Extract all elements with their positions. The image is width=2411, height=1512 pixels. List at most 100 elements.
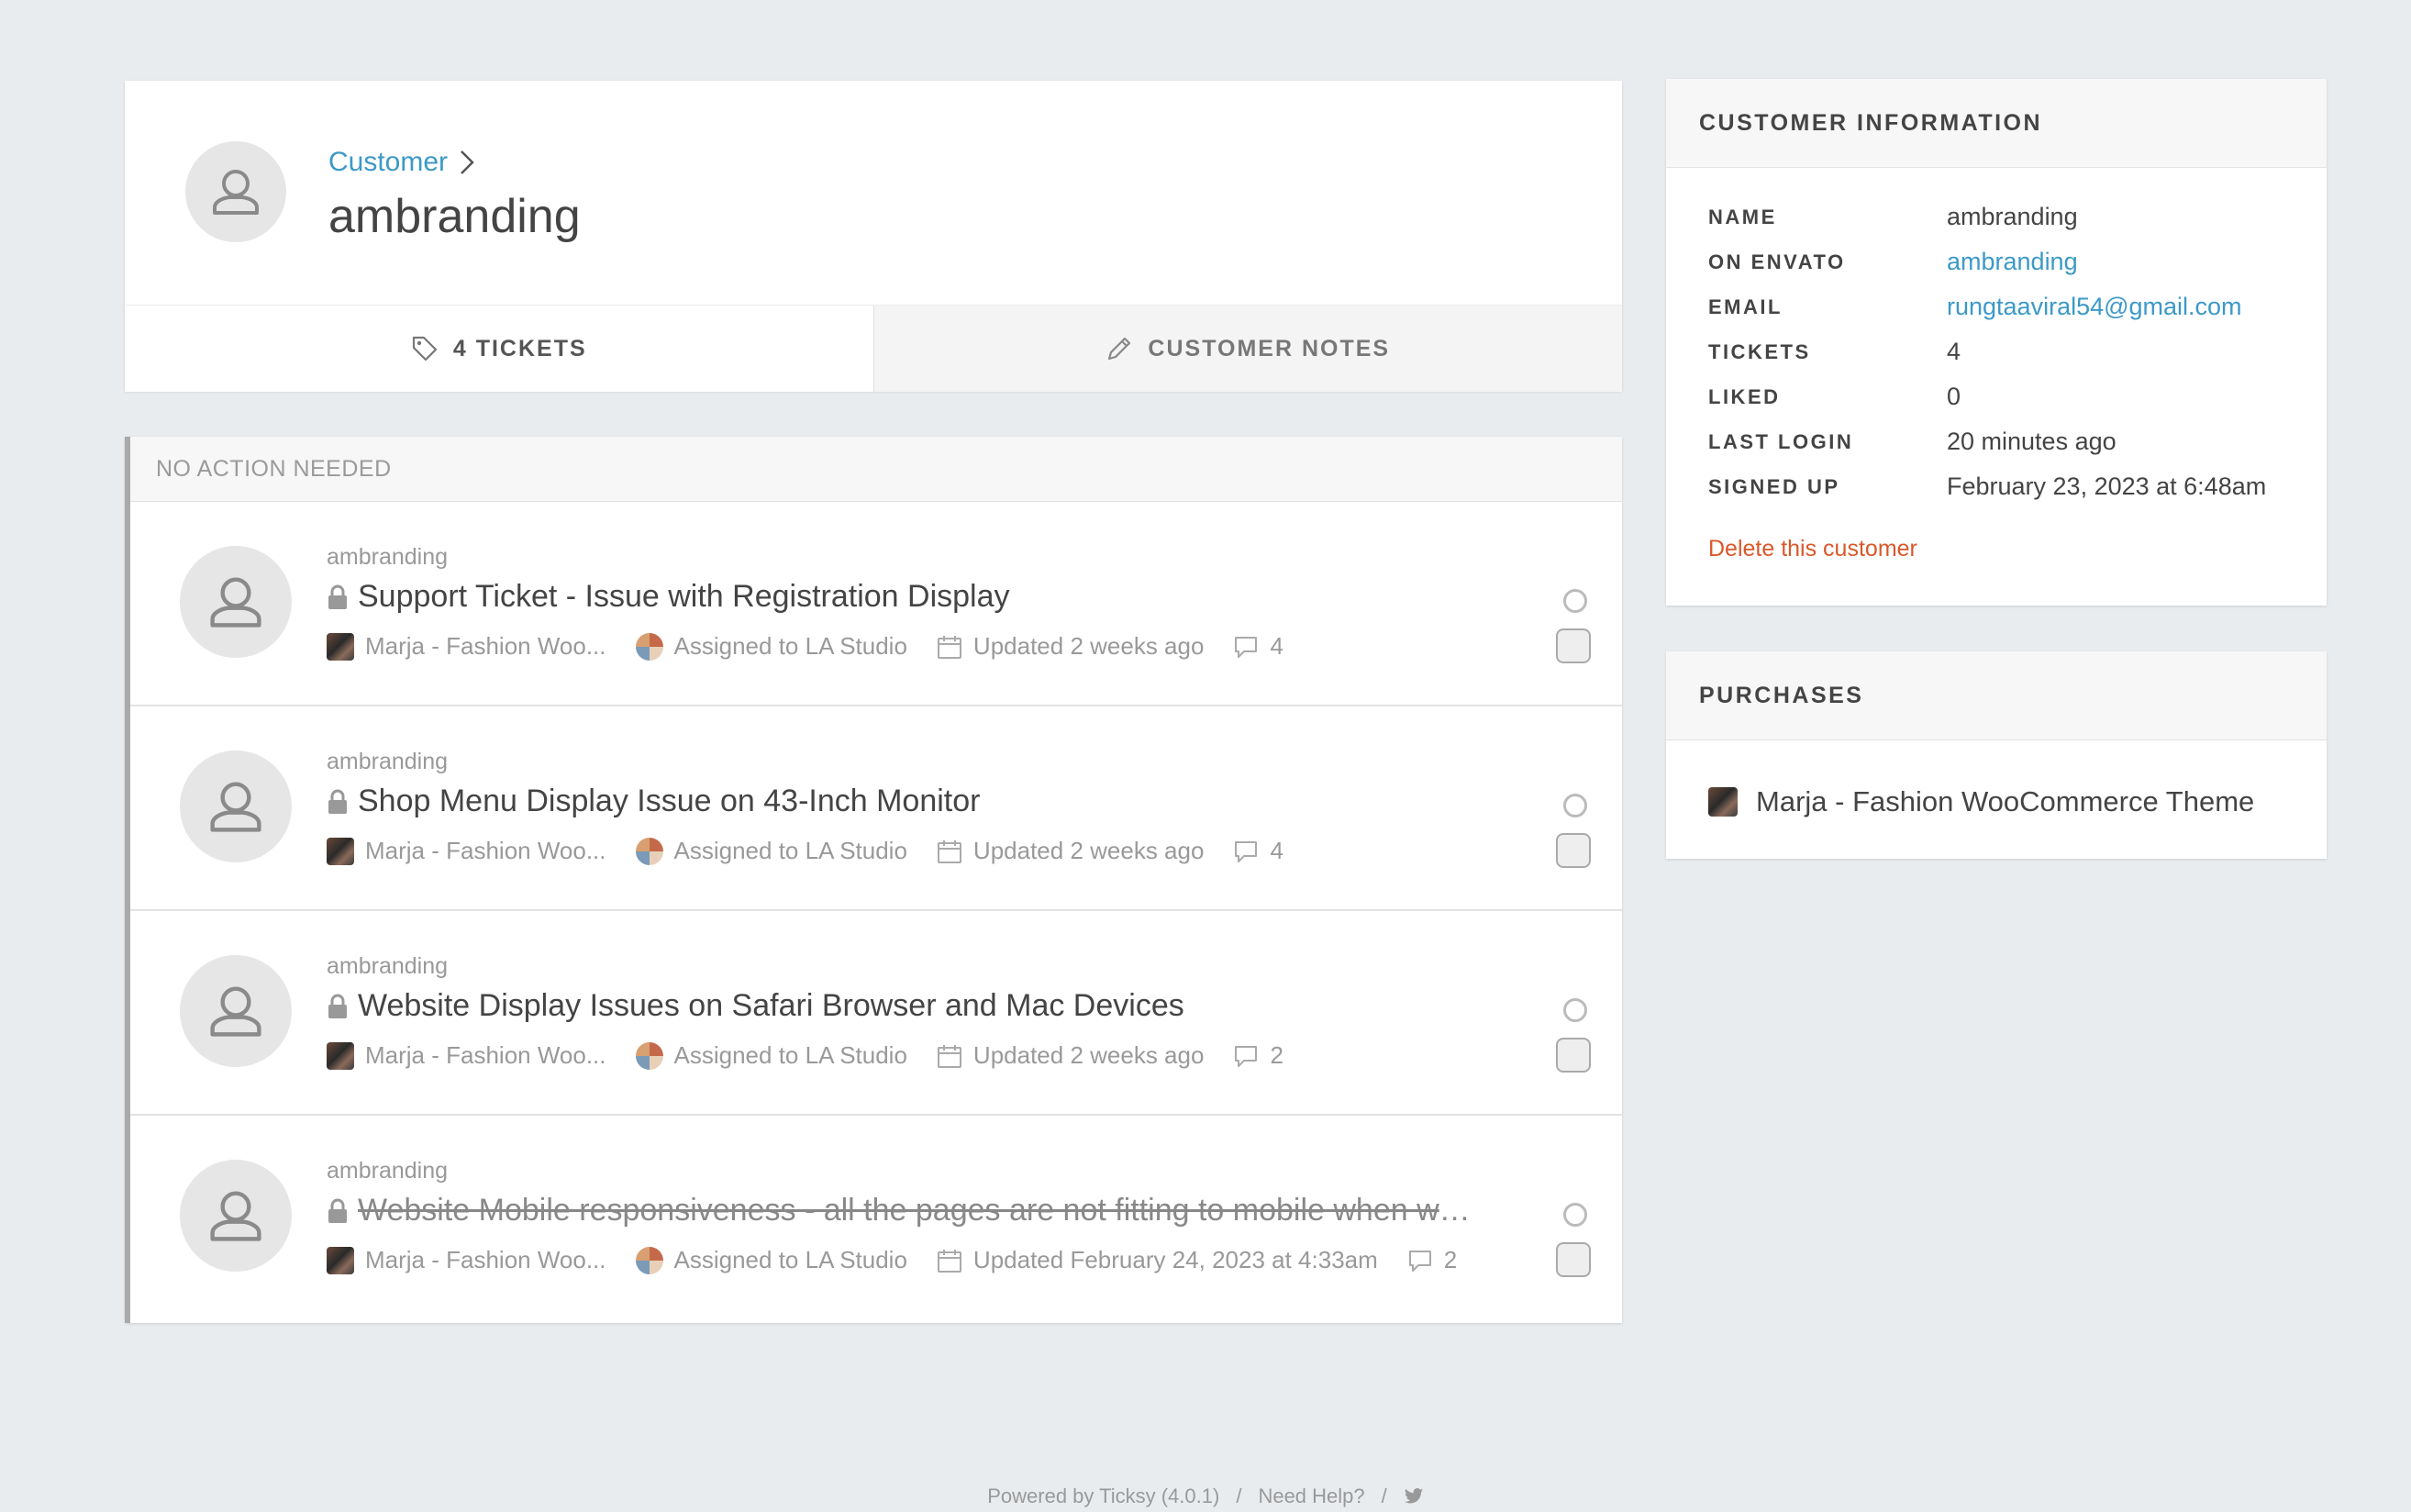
ticket-row[interactable]: ambranding Website Display Issues on Safa… — [130, 911, 1622, 1116]
customer-info-rows: NAME ambranding ON ENVATO ambranding EMAIL ru… — [1708, 195, 2266, 509]
ticket-updated-label: Updated 2 weeks ago — [972, 632, 1205, 660]
ticket-status-radio[interactable] — [1563, 1203, 1587, 1227]
customer-information-card: CUSTOMER INFORMATION NAME ambranding ON EN… — [1666, 79, 2327, 606]
ticket-username: ambranding — [327, 1158, 449, 1184]
breadcrumb[interactable]: Customer — [328, 147, 475, 178]
delete-customer-link[interactable]: Delete this customer — [1708, 536, 1917, 562]
customer-info-value[interactable]: ambranding — [1947, 248, 2078, 276]
ticket-product: Marja - Fashion Woo... — [327, 837, 606, 865]
ticket-updated: Updated February 24, 2023 at 4:33am — [937, 1246, 1378, 1274]
purchase-item-label: Marja - Fashion WooCommerce Theme — [1756, 785, 2255, 817]
customer-info-row: ON ENVATO ambranding — [1708, 239, 2266, 284]
lock-icon — [328, 1198, 347, 1223]
ticket-product: Marja - Fashion Woo... — [327, 1041, 606, 1070]
ticket-updated: Updated 2 weeks ago — [937, 1041, 1204, 1070]
user-icon — [210, 782, 261, 832]
customer-info-row: NAME ambranding — [1708, 195, 2266, 239]
ticket-title-text[interactable]: Support Ticket - Issue with Registration… — [358, 579, 1010, 615]
purchase-item[interactable]: Marja - Fashion WooCommerce Theme — [1708, 785, 2254, 818]
customer-info-value: 4 — [1947, 338, 1961, 365]
ticket-assignee-label: Assigned to LA Studio — [673, 632, 907, 660]
ticket-assignee-label: Assigned to LA Studio — [673, 1041, 907, 1069]
agent-avatar-icon — [635, 1041, 663, 1070]
ticket-title[interactable]: Website Mobile responsiveness - all the … — [327, 1193, 1611, 1228]
ticket-select-checkbox[interactable] — [1556, 833, 1591, 868]
customer-info-row: LIKED 0 — [1708, 374, 2266, 419]
customer-info-label: SIGNED UP — [1708, 474, 1840, 498]
ticket-avatar — [180, 955, 292, 1067]
customer-avatar — [185, 141, 286, 242]
customer-info-value[interactable]: rungtaaviral54@gmail.com — [1947, 293, 2242, 321]
twitter-icon[interactable] — [1404, 1487, 1424, 1506]
comment-icon — [1235, 636, 1258, 658]
tickets-section-header: NO ACTION NEEDED — [130, 437, 1622, 502]
ticket-select-checkbox[interactable] — [1556, 1038, 1591, 1073]
product-thumbnail — [327, 1246, 354, 1274]
ticket-row[interactable]: ambranding Website Mobile responsiveness … — [130, 1116, 1622, 1320]
chevron-right-icon — [461, 150, 474, 174]
ticket-comments: 2 — [1233, 1041, 1283, 1070]
tag-icon — [412, 336, 437, 361]
calendar-icon — [937, 635, 961, 659]
customer-info-label: ON ENVATO — [1708, 250, 1846, 273]
ticket-status-radio[interactable] — [1563, 589, 1587, 613]
ticket-title-text[interactable]: Shop Menu Display Issue on 43-Inch Monit… — [358, 784, 980, 819]
ticket-comments-count: 4 — [1270, 837, 1283, 864]
ticket-product-label: Marja - Fashion Woo... — [365, 632, 606, 660]
tab-tickets-label: 4 TICKETS — [452, 335, 587, 361]
ticket-updated: Updated 2 weeks ago — [937, 632, 1205, 661]
need-help-link[interactable]: Need Help? — [1258, 1484, 1364, 1508]
customer-info-value: 0 — [1947, 383, 1961, 410]
ticket-comments-count: 2 — [1270, 1041, 1283, 1069]
customer-info-value: ambranding — [1947, 203, 2078, 230]
ticket-row[interactable]: ambranding Shop Menu Display Issue on 43-… — [130, 706, 1622, 911]
lock-icon — [328, 584, 347, 609]
footer-separator: / — [1381, 1484, 1387, 1507]
calendar-icon — [937, 839, 961, 863]
ticket-username: ambranding — [327, 749, 449, 774]
ticket-title[interactable]: Website Display Issues on Safari Browser… — [327, 988, 1611, 1024]
customer-info-label: LIKED — [1708, 384, 1781, 408]
ticket-row[interactable]: ambranding Support Ticket - Issue with Re… — [130, 502, 1622, 706]
ticket-avatar — [180, 750, 292, 862]
ticket-product-label: Marja - Fashion Woo... — [365, 837, 606, 864]
comment-icon — [1408, 1250, 1431, 1272]
agent-avatar-icon — [635, 837, 663, 865]
ticket-select-checkbox[interactable] — [1556, 628, 1591, 663]
customer-info-label: LAST LOGIN — [1708, 429, 1854, 453]
tab-tickets[interactable]: 4 TICKETS — [125, 306, 873, 392]
ticket-product: Marja - Fashion Woo... — [327, 1246, 606, 1274]
product-thumbnail — [327, 632, 354, 661]
customer-header-card: Customer ambranding 4 TICKETS CUSTOMER N… — [125, 81, 1622, 392]
ticket-comments: 4 — [1233, 837, 1283, 865]
ticket-title-text[interactable]: Website Mobile responsiveness - all the … — [358, 1193, 1486, 1228]
ticket-assignee-label: Assigned to LA Studio — [673, 837, 907, 864]
ticket-status-radio[interactable] — [1563, 998, 1587, 1022]
breadcrumb-customer-link[interactable]: Customer — [328, 147, 448, 178]
ticket-status-radio[interactable] — [1563, 794, 1587, 817]
ticket-select-checkbox[interactable] — [1556, 1242, 1591, 1277]
ticket-title[interactable]: Support Ticket - Issue with Registration… — [327, 579, 1611, 615]
customer-info-row: SIGNED UP February 23, 2023 at 6:48am — [1708, 464, 2266, 509]
user-icon — [210, 577, 261, 628]
tab-customer-notes-label: CUSTOMER NOTES — [1148, 335, 1391, 361]
customer-information-heading: CUSTOMER INFORMATION — [1666, 79, 2327, 168]
customer-info-label: TICKETS — [1708, 339, 1811, 363]
tickets-list-card: NO ACTION NEEDED ambranding Support Ticke… — [125, 437, 1622, 1323]
ticket-updated: Updated 2 weeks ago — [937, 837, 1204, 865]
ticket-assignee: Assigned to LA Studio — [635, 1041, 907, 1070]
calendar-icon — [937, 1249, 961, 1273]
product-thumbnail — [327, 837, 354, 865]
ticket-product-label: Marja - Fashion Woo... — [365, 1041, 606, 1069]
comment-icon — [1235, 840, 1258, 862]
ticket-meta: Marja - Fashion Woo... Assigned to LA Stu… — [327, 1246, 1486, 1274]
tab-customer-notes[interactable]: CUSTOMER NOTES — [872, 306, 1622, 392]
ticket-updated-label: Updated February 24, 2023 at 4:33am — [972, 1246, 1378, 1273]
customer-tabs: 4 TICKETS CUSTOMER NOTES — [125, 305, 1622, 392]
ticket-title[interactable]: Shop Menu Display Issue on 43-Inch Monit… — [327, 784, 1611, 819]
ticket-comments-count: 2 — [1443, 1246, 1458, 1273]
ticket-title-text[interactable]: Website Display Issues on Safari Browser… — [358, 988, 1184, 1024]
comment-icon — [1235, 1045, 1258, 1067]
powered-by-link[interactable]: Powered by Ticksy (4.0.1) — [987, 1484, 1219, 1508]
ticket-product: Marja - Fashion Woo... — [327, 632, 606, 661]
